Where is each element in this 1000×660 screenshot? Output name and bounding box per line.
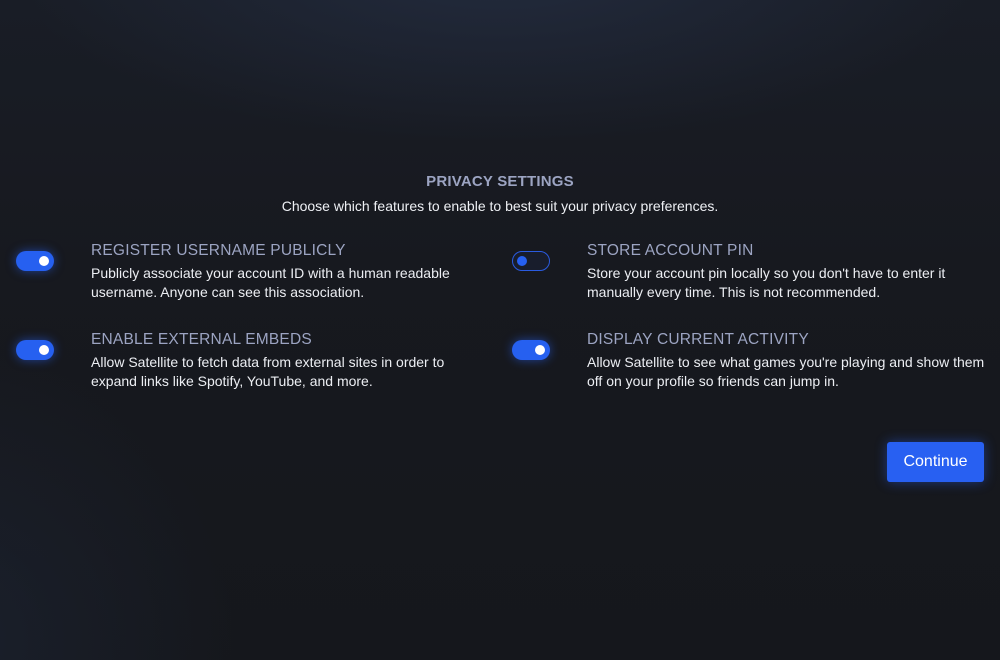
setting-title: REGISTER USERNAME PUBLICLY [91, 242, 346, 259]
toggle-knob [39, 256, 49, 266]
setting-text: REGISTER USERNAME PUBLICLY Publicly asso… [91, 241, 491, 302]
register-username-toggle[interactable] [16, 251, 54, 271]
page-subtitle: Choose which features to enable to best … [281, 198, 719, 214]
store-account-pin-toggle[interactable] [512, 251, 550, 271]
setting-title: STORE ACCOUNT PIN [587, 242, 754, 259]
setting-text: STORE ACCOUNT PIN Store your account pin… [587, 241, 987, 302]
setting-text: DISPLAY CURRENT ACTIVITY Allow Satellite… [587, 330, 987, 391]
toggle-knob [517, 255, 527, 266]
continue-button[interactable]: Continue [887, 442, 984, 482]
toggle-knob [39, 345, 49, 355]
privacy-header: PRIVACY SETTINGS Choose which features t… [0, 172, 1000, 215]
setting-description: Store your account pin locally so you do… [587, 265, 946, 300]
toggle-knob [535, 345, 545, 355]
setting-title: DISPLAY CURRENT ACTIVITY [587, 331, 809, 348]
setting-description: Allow Satellite to fetch data from exter… [91, 354, 445, 389]
setting-title: ENABLE EXTERNAL EMBEDS [91, 331, 312, 348]
setting-description: Publicly associate your account ID with … [91, 265, 450, 300]
page-title: PRIVACY SETTINGS [426, 173, 574, 190]
setting-text: ENABLE EXTERNAL EMBEDS Allow Satellite t… [91, 330, 491, 391]
external-embeds-toggle[interactable] [16, 340, 54, 360]
setting-description: Allow Satellite to see what games you're… [587, 354, 985, 389]
current-activity-toggle[interactable] [512, 340, 550, 360]
